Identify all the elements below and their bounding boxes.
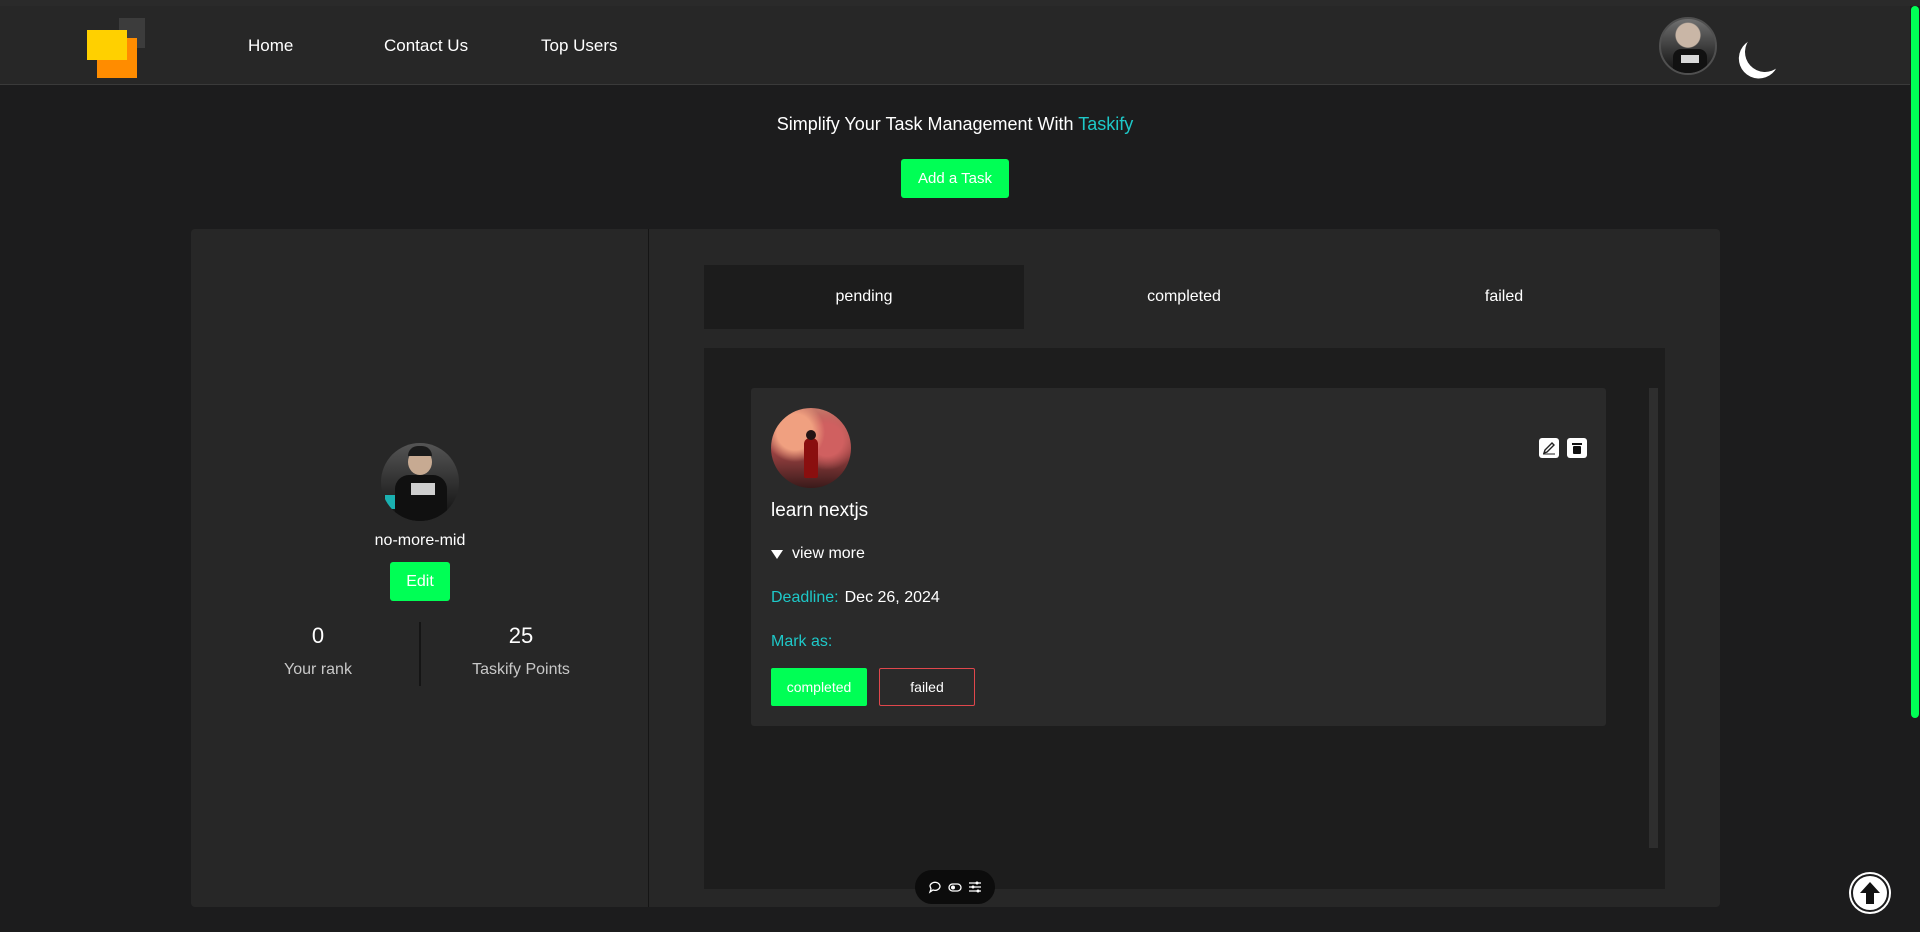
logo-square-yellow (87, 30, 127, 60)
brand-name: Taskify (1078, 114, 1134, 134)
mark-completed-button[interactable]: completed (771, 668, 867, 706)
avatar-shirt-print (411, 483, 435, 495)
nav-link-top-users[interactable]: Top Users (541, 36, 618, 56)
edit-icon[interactable] (1539, 438, 1559, 458)
avatar-shirt-print (1681, 55, 1699, 63)
scroll-to-top-button[interactable] (1849, 872, 1891, 914)
deadline-label: Deadline: (771, 589, 839, 606)
task-card: learn nextjs view more Deadline: Dec 26, … (751, 388, 1606, 726)
rank-value: 0 (311, 623, 325, 648)
chat-icon[interactable] (927, 879, 943, 895)
moon-icon[interactable] (1739, 26, 1790, 77)
task-owner-avatar (771, 408, 851, 488)
add-task-button[interactable]: Add a Task (901, 159, 1009, 198)
profile-panel: no-more-mid Edit 0 Your rank 25 Taskify … (191, 229, 649, 907)
deadline-value: Dec 26, 2024 (844, 589, 940, 606)
sliders-icon[interactable] (967, 879, 983, 895)
profile-avatar (381, 443, 459, 521)
floating-toolbar (915, 870, 995, 904)
tab-pending[interactable]: pending (704, 265, 1024, 329)
toggle-icon[interactable] (947, 879, 963, 895)
profile-username: no-more-mid (374, 532, 466, 549)
caret-down-icon (771, 549, 783, 559)
task-deadline: Deadline: Dec 26, 2024 (771, 589, 940, 607)
rank-stat: 0 Your rank (258, 623, 378, 679)
page-scrollbar-thumb[interactable] (1911, 6, 1919, 718)
tab-completed[interactable]: completed (1024, 265, 1344, 329)
nav-link-home[interactable]: Home (248, 36, 293, 56)
mark-as-label: Mark as: (771, 633, 833, 650)
avatar-hair (408, 446, 432, 456)
nav-link-contact-us[interactable]: Contact Us (384, 36, 468, 56)
view-more-toggle[interactable]: view more (771, 545, 865, 563)
points-label: Taskify Points (472, 661, 570, 678)
navbar: Home Contact Us Top Users (0, 6, 1910, 85)
rank-label: Your rank (284, 661, 352, 678)
tagline-text: Simplify Your Task Management With (776, 114, 1079, 134)
tagline: Simplify Your Task Management With Taski… (0, 114, 1910, 135)
task-title: learn nextjs (771, 500, 869, 521)
arrow-up-icon (1853, 876, 1887, 910)
task-list-scrollbar[interactable] (1649, 388, 1658, 848)
task-list: learn nextjs view more Deadline: Dec 26, … (704, 348, 1665, 889)
taskify-logo[interactable] (87, 18, 147, 78)
avatar-figure-head (806, 430, 816, 440)
status-tabs: pending completed failed (704, 265, 1664, 329)
avatar-background-detail (385, 495, 395, 509)
edit-profile-button[interactable]: Edit (390, 562, 450, 601)
tab-failed[interactable]: failed (1344, 265, 1664, 329)
main-panel: no-more-mid Edit 0 Your rank 25 Taskify … (191, 229, 1720, 907)
trash-icon[interactable] (1567, 438, 1587, 458)
user-avatar[interactable] (1659, 17, 1717, 75)
points-stat: 25 Taskify Points (461, 623, 581, 679)
avatar-figure (804, 438, 818, 478)
stat-divider (419, 622, 421, 686)
mark-failed-button[interactable]: failed (879, 668, 975, 706)
avatar-body (395, 475, 447, 521)
view-more-label: view more (792, 545, 865, 562)
points-value: 25 (508, 623, 534, 648)
